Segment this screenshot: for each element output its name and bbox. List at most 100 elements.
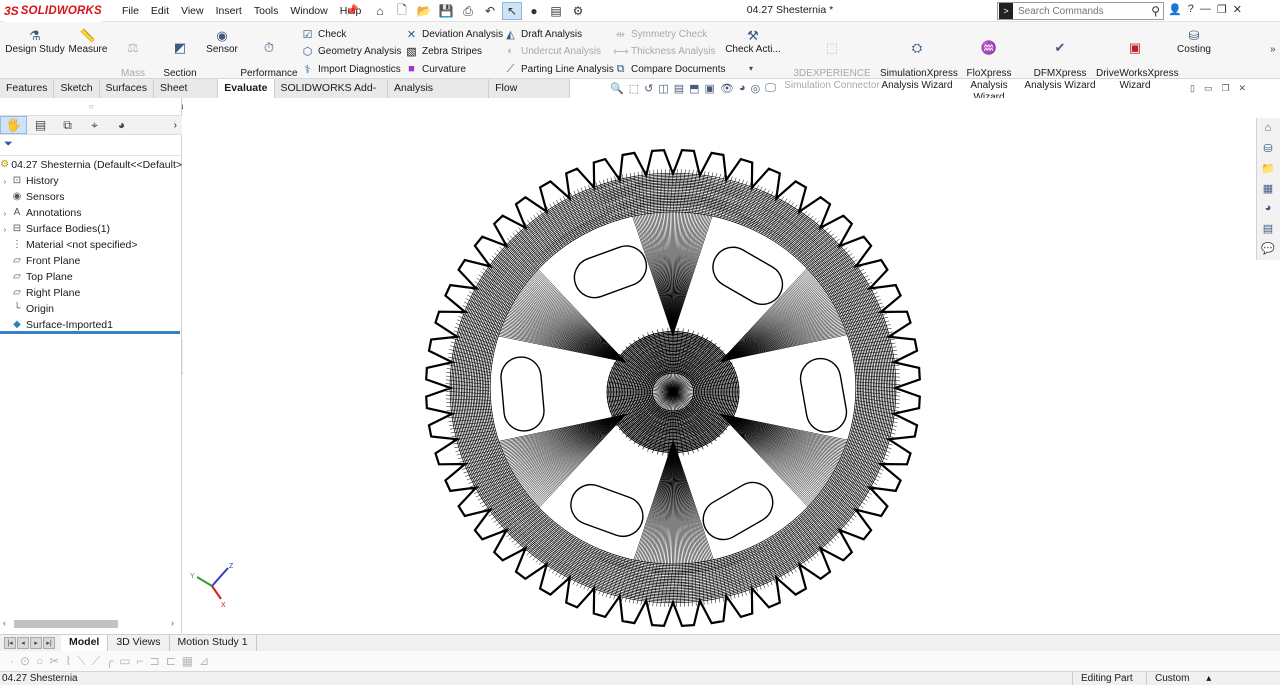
view-settings-icon[interactable]: 🖵 (765, 82, 776, 95)
previous-view-icon[interactable]: ↺ (644, 82, 653, 95)
display-style-icon[interactable]: ▣ (705, 82, 715, 95)
tree-item-right-plane[interactable]: ▱ Right Plane (0, 285, 182, 301)
print-icon[interactable]: ⎙ (458, 2, 478, 20)
tab-sketch[interactable]: Sketch (54, 79, 100, 98)
curvature-button[interactable]: ■ Curvature (404, 61, 466, 77)
displaymanager-tab-icon[interactable]: ◕ (108, 116, 135, 134)
restore-icon[interactable]: ❐ (1217, 3, 1227, 16)
sensor-button[interactable]: ◉ Sensor (204, 28, 240, 56)
next-tab-icon[interactable]: ▸ (30, 637, 42, 649)
forum-icon[interactable]: 💬 (1257, 238, 1279, 258)
tree-item-top-plane[interactable]: ▱ Top Plane (0, 269, 182, 285)
pattern-icon[interactable]: ▦ (182, 654, 193, 668)
traffic-light-icon[interactable]: ● (524, 2, 544, 20)
menu-window[interactable]: Window (284, 5, 333, 17)
expand-arrow-icon[interactable]: › (0, 177, 10, 186)
tree-filter[interactable] (0, 136, 182, 156)
undercut-analysis-button[interactable]: ◐ Undercut Analysis (503, 43, 601, 59)
simulationxpress-button[interactable]: ⛭ SimulationXpress Analysis Wizard (880, 28, 958, 92)
parting-line-analysis-button[interactable]: ⟋ Parting Line Analysis (503, 61, 614, 77)
select-icon[interactable]: ↖ (502, 2, 522, 20)
expand-arrow-icon[interactable]: › (0, 209, 10, 218)
search-commands[interactable]: > ⚲ (997, 2, 1164, 20)
tab-surfaces[interactable]: Surfaces (99, 79, 154, 98)
tree-item-history[interactable]: › ⊡ History (0, 173, 182, 189)
apply-scene-icon[interactable]: ◎ (751, 82, 761, 95)
chevron-right-icon[interactable]: › (174, 120, 177, 131)
geometry-analysis-button[interactable]: ⬡ Geometry Analysis (300, 43, 402, 59)
tree-item-material[interactable]: ⋮ Material <not specified> (0, 237, 182, 253)
zebra-stripes-button[interactable]: ▧ Zebra Stripes (404, 43, 482, 59)
prev-tab-icon[interactable]: ◂ (17, 637, 29, 649)
options-gear-icon[interactable]: ⚙ (568, 2, 588, 20)
expand-toolbar-icon[interactable]: » (1270, 44, 1276, 55)
custom-properties-icon[interactable]: ▤ (1257, 218, 1279, 238)
tree-item-front-plane[interactable]: ▱ Front Plane (0, 253, 182, 269)
filter-icon[interactable]: ⏷ (4, 138, 13, 151)
expand-arrow-icon[interactable]: › (0, 225, 10, 234)
edit-appearance-icon[interactable]: ◕ (739, 82, 746, 95)
tree-item-origin[interactable]: └ Origin (0, 301, 182, 317)
hide-show-icon[interactable]: 👁 (720, 82, 734, 95)
panel-grip[interactable]: ○ (0, 98, 182, 115)
gear-wireframe-model[interactable] (183, 98, 1256, 633)
tree-item-sensors[interactable]: ◉ Sensors (0, 189, 182, 205)
appearances-icon[interactable]: ◕ (1257, 198, 1279, 218)
tab-evaluate[interactable]: Evaluate (218, 79, 275, 98)
rollback-bar[interactable] (0, 331, 180, 334)
search-icon[interactable]: ⚲ (1151, 4, 1160, 18)
close-icon[interactable]: ✕ (1233, 3, 1242, 16)
menu-edit[interactable]: Edit (145, 5, 175, 17)
scroll-right-icon[interactable]: › (171, 618, 174, 628)
driveworksxpress-button[interactable]: ▣ DriveWorksXpress Wizard (1096, 28, 1179, 92)
scroll-left-icon[interactable]: ‹ (3, 618, 6, 628)
floxpress-button[interactable]: ♒ FloXpress Analysis Wizard (954, 28, 1024, 104)
zoom-area-icon[interactable]: ⬚ (629, 82, 639, 95)
menu-tools[interactable]: Tools (248, 5, 285, 17)
corner-icon[interactable]: ⌐ (137, 654, 144, 668)
zoom-to-fit-icon[interactable]: 🔍 (610, 82, 624, 95)
convert-icon[interactable]: ⟍ (77, 654, 85, 669)
tree-item-annotations[interactable]: › A Annotations (0, 205, 182, 221)
menu-insert[interactable]: Insert (210, 5, 248, 17)
tab-features[interactable]: Features (0, 79, 55, 98)
offset-icon[interactable]: ⌇ (65, 654, 71, 668)
circle-icon[interactable]: ⊙ (20, 654, 30, 668)
line-icon[interactable]: ⟋ (92, 654, 100, 669)
check-button[interactable]: ☑ Check (300, 26, 347, 42)
tab-flow-simulation[interactable]: Flow Simulation (489, 79, 570, 112)
solidworks-logo[interactable]: 3S SOLIDWORKS (4, 0, 102, 22)
featuremanager-tab-icon[interactable]: 🖐 (0, 116, 27, 134)
check-active-button[interactable]: ⚒ Check Acti... (724, 28, 782, 56)
tab-3d-views[interactable]: 3D Views (108, 635, 170, 651)
dfmxpress-button[interactable]: ✔ DFMXpress Analysis Wizard (1024, 28, 1096, 92)
tab-model[interactable]: Model (61, 635, 109, 651)
ellipse-icon[interactable]: ○ (36, 654, 43, 668)
user-icon[interactable]: 👤 (1168, 3, 1182, 16)
configurationmanager-tab-icon[interactable]: ⧉ (54, 116, 81, 134)
rectangle-icon[interactable]: ▭ (119, 654, 130, 668)
design-study-button[interactable]: ⚗ Design Study (4, 28, 66, 56)
point-icon[interactable]: · (10, 654, 14, 668)
viewport-close-icon[interactable]: ✕ (1239, 83, 1247, 94)
tab-analysis-preparation[interactable]: Analysis Preparation (387, 79, 490, 112)
menu-view[interactable]: View (175, 5, 210, 17)
minimize-icon[interactable]: — (1200, 3, 1211, 16)
open-icon[interactable]: 📂 (414, 2, 434, 20)
deviation-analysis-button[interactable]: ✕ Deviation Analysis (404, 26, 503, 42)
viewport-restore-icon[interactable]: ❐ (1221, 83, 1229, 94)
symmetry-check-button[interactable]: ⇹ Symmetry Check (613, 26, 707, 42)
file-properties-icon[interactable]: ▤ (546, 2, 566, 20)
undo-icon[interactable]: ↶ (480, 2, 500, 20)
graphics-area[interactable] (183, 98, 1256, 633)
dynamic-annotation-icon[interactable]: ▤ (674, 82, 684, 95)
search-input[interactable] (1018, 5, 1128, 17)
simulation-connector-button[interactable]: ⬚ 3DEXPERIENCE Simulation Connector (784, 28, 880, 92)
view-orientation-icon[interactable]: ⬒ (689, 82, 699, 95)
tree-item-surface-bodies[interactable]: › ⊟ Surface Bodies(1) (0, 221, 182, 237)
scrollbar-thumb[interactable] (14, 620, 118, 628)
unit-system-selector[interactable]: Custom ▴ (1146, 672, 1226, 685)
new-document-icon[interactable]: 🗋 (392, 2, 412, 20)
fillet-icon[interactable]: ╭ (106, 654, 113, 668)
costing-button[interactable]: ⛁ Costing (1174, 28, 1214, 56)
